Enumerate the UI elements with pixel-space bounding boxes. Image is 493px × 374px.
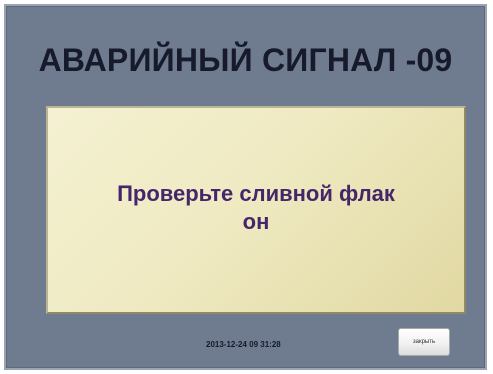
- alarm-message-panel: Проверьте сливной флак он: [46, 106, 466, 314]
- alarm-title: АВАРИЙНЫЙ СИГНАЛ -09: [38, 42, 453, 78]
- alarm-window: АВАРИЙНЫЙ СИГНАЛ -09 Проверьте сливной ф…: [4, 4, 487, 370]
- alarm-message-line-1: Проверьте сливной флак: [117, 181, 395, 206]
- alarm-timestamp: 2013-12-24 09 31:28: [206, 340, 281, 349]
- close-button[interactable]: закрыть: [398, 328, 450, 356]
- alarm-message: Проверьте сливной флак он: [58, 180, 454, 236]
- alarm-message-line-2: он: [242, 209, 270, 234]
- close-button-label: закрыть: [412, 339, 436, 345]
